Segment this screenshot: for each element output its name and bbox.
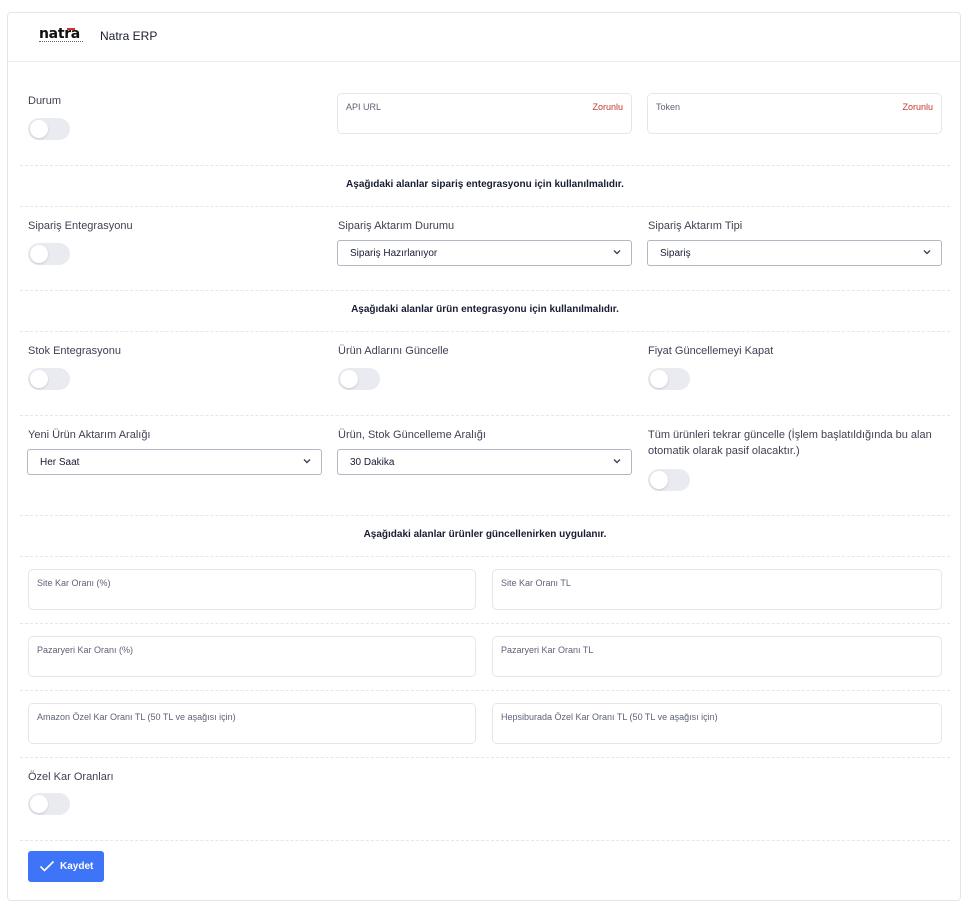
divider (20, 165, 950, 166)
status-toggle[interactable] (28, 118, 70, 140)
marketplace-margin-tl-field[interactable]: Pazaryeri Kar Oranı TL (492, 636, 942, 677)
site-margin-tl-label: Site Kar Oranı TL (501, 578, 571, 588)
stock-integration-toggle[interactable] (28, 368, 70, 390)
save-button-label: Kaydet (60, 861, 94, 872)
divider (20, 757, 950, 758)
amazon-margin-field[interactable]: Amazon Özel Kar Oranı TL (50 TL ve aşağı… (28, 703, 476, 744)
disable-price-update-toggle[interactable] (648, 368, 690, 390)
amazon-margin-label: Amazon Özel Kar Oranı TL (50 TL ve aşağı… (37, 712, 236, 722)
token-label: Token (656, 102, 681, 112)
marketplace-margin-pct-field[interactable]: Pazaryeri Kar Oranı (%) (28, 636, 476, 677)
marketplace-margin-tl-label: Pazaryeri Kar Oranı TL (501, 645, 594, 655)
selected-value: Her Saat (40, 457, 80, 468)
divider (20, 690, 950, 691)
chevron-down-icon (923, 250, 931, 255)
stock-integration-label: Stok Entegrasyonu (28, 345, 121, 357)
divider (20, 206, 950, 207)
check-icon (39, 860, 55, 872)
stock-update-interval-label: Ürün, Stok Güncelleme Aralığı (338, 429, 486, 441)
order-integration-label: Sipariş Entegrasyonu (28, 220, 133, 232)
divider (20, 556, 950, 557)
natra-logo: natra (39, 27, 83, 47)
logo-subline (39, 41, 83, 44)
toggle-knob (650, 471, 668, 489)
divider (20, 415, 950, 416)
integration-title: Natra ERP (100, 29, 158, 43)
order-transfer-status-select[interactable]: Sipariş Hazırlanıyor (337, 240, 632, 266)
toggle-knob (30, 370, 48, 388)
chevron-down-icon (613, 250, 621, 255)
hepsiburada-margin-label: Hepsiburada Özel Kar Oranı TL (50 TL ve … (501, 712, 718, 722)
selected-value: Sipariş Hazırlanıyor (350, 248, 438, 259)
divider (20, 623, 950, 624)
stock-update-interval-select[interactable]: 30 Dakika (337, 449, 632, 475)
card-header: natra Natra ERP (8, 13, 960, 62)
chevron-down-icon (613, 459, 621, 464)
token-field[interactable]: Token Zorunlu (647, 93, 942, 134)
toggle-knob (30, 795, 48, 813)
api-url-field[interactable]: API URL Zorunlu (337, 93, 632, 134)
settings-card: natra Natra ERP Durum API URL Zorunlu To… (7, 12, 961, 901)
custom-margins-toggle[interactable] (28, 793, 70, 815)
divider (20, 331, 950, 332)
product-section-title: Aşağıdaki alanlar ürün entegrasyonu için… (351, 304, 619, 315)
api-url-required: Zorunlu (592, 102, 623, 112)
chevron-down-icon (303, 459, 311, 464)
status-label: Durum (28, 95, 62, 107)
logo-accent (67, 28, 75, 30)
toggle-knob (650, 370, 668, 388)
order-integration-toggle[interactable] (28, 243, 70, 265)
selected-value: 30 Dakika (350, 457, 395, 468)
token-required: Zorunlu (902, 102, 933, 112)
divider (20, 515, 950, 516)
order-section-title: Aşağıdaki alanlar sipariş entegrasyonu i… (346, 179, 624, 190)
update-all-label: Tüm ürünleri tekrar güncelle (İşlem başl… (648, 429, 932, 457)
site-margin-pct-label: Site Kar Oranı (%) (37, 578, 111, 588)
custom-margins-label: Özel Kar Oranları (28, 771, 114, 783)
update-all-toggle[interactable] (648, 469, 690, 491)
toggle-knob (30, 120, 48, 138)
site-margin-tl-field[interactable]: Site Kar Oranı TL (492, 569, 942, 610)
api-url-label: API URL (346, 102, 382, 112)
divider (20, 840, 950, 841)
order-transfer-type-label: Sipariş Aktarım Tipi (648, 220, 743, 232)
disable-price-update-label: Fiyat Güncellemeyi Kapat (648, 345, 774, 357)
toggle-knob (30, 245, 48, 263)
selected-value: Sipariş (660, 248, 691, 259)
toggle-knob (340, 370, 358, 388)
divider (20, 290, 950, 291)
save-button[interactable]: Kaydet (28, 851, 104, 882)
pricing-section-title: Aşağıdaki alanlar ürünler güncellenirken… (363, 529, 607, 540)
update-names-toggle[interactable] (338, 368, 380, 390)
order-transfer-status-label: Sipariş Aktarım Durumu (338, 220, 455, 232)
site-margin-pct-field[interactable]: Site Kar Oranı (%) (28, 569, 476, 610)
order-transfer-type-select[interactable]: Sipariş (647, 240, 942, 266)
marketplace-margin-pct-label: Pazaryeri Kar Oranı (%) (37, 645, 134, 655)
update-names-label: Ürün Adlarını Güncelle (338, 345, 449, 357)
new-product-interval-label: Yeni Ürün Aktarım Aralığı (28, 429, 151, 441)
hepsiburada-margin-field[interactable]: Hepsiburada Özel Kar Oranı TL (50 TL ve … (492, 703, 942, 744)
new-product-interval-select[interactable]: Her Saat (27, 449, 322, 475)
